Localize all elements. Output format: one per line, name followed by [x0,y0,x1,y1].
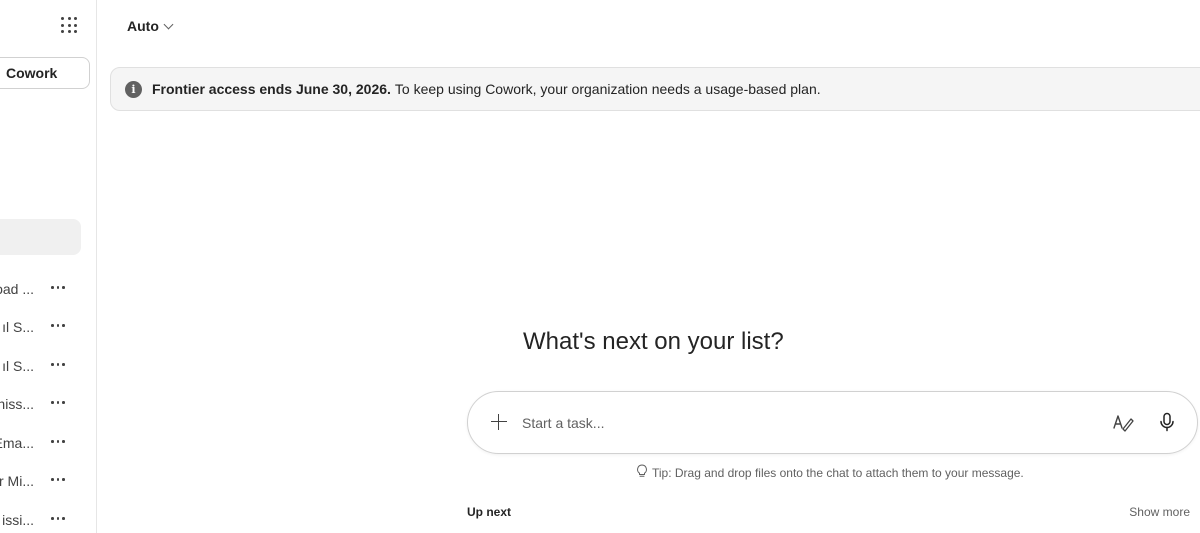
task-composer [467,391,1198,454]
conversation-item[interactable]: ıl S... [0,354,97,378]
app-launcher-icon[interactable] [58,15,78,35]
more-horizontal-icon[interactable] [48,469,68,489]
chevron-down-icon [163,19,174,29]
task-input[interactable] [522,411,1082,435]
conversation-item[interactable]: ıl S... [0,315,97,339]
more-horizontal-icon[interactable] [48,431,68,451]
more-horizontal-icon[interactable] [48,354,68,374]
tip-row: Tip: Drag and drop files onto the chat t… [636,463,1024,483]
conversation-title: ıl S... [2,358,34,374]
conversation-item[interactable]: niss... [0,392,97,416]
conversation-title: issi... [2,512,34,528]
sidebar-selected-item[interactable] [0,219,81,255]
more-horizontal-icon[interactable] [48,508,68,528]
microphone-icon[interactable] [1156,411,1178,433]
pen-icon[interactable] [1112,411,1134,433]
conversation-item[interactable]: issi... [0,508,97,532]
more-horizontal-icon[interactable] [48,392,68,412]
up-next-heading: Up next [467,505,512,519]
banner-text: To keep using Cowork, your organization … [394,81,821,97]
cowork-button[interactable]: Cowork [0,57,90,89]
tip-text: Tip: Drag and drop files onto the chat t… [652,466,1024,480]
conversation-item[interactable]: Ema... [0,431,97,455]
more-horizontal-icon[interactable] [48,315,68,335]
sidebar: Cowork oad ... ıl S... ıl S... niss... E… [0,0,97,533]
model-selector[interactable]: Auto [118,12,181,40]
banner-bold-text: Frontier access ends June 30, 2026. [152,81,391,97]
show-more-link[interactable]: Show more [1129,505,1190,519]
lightbulb-icon [636,463,648,483]
notice-banner: i Frontier access ends June 30, 2026. To… [110,67,1200,111]
conversation-item[interactable]: r Mi... [0,469,97,493]
page-headline: What's next on your list? [523,328,784,355]
model-label: Auto [127,18,159,34]
conversation-title: niss... [0,396,34,412]
conversation-title: ıl S... [2,319,34,335]
cowork-label: Cowork [6,65,58,81]
plus-icon[interactable] [489,412,509,432]
conversation-title: Ema... [0,435,34,451]
conversation-item[interactable]: oad ... [0,277,97,301]
info-icon: i [125,80,142,98]
more-horizontal-icon[interactable] [48,277,68,297]
conversation-title: r Mi... [0,473,34,489]
conversation-title: oad ... [0,281,34,297]
